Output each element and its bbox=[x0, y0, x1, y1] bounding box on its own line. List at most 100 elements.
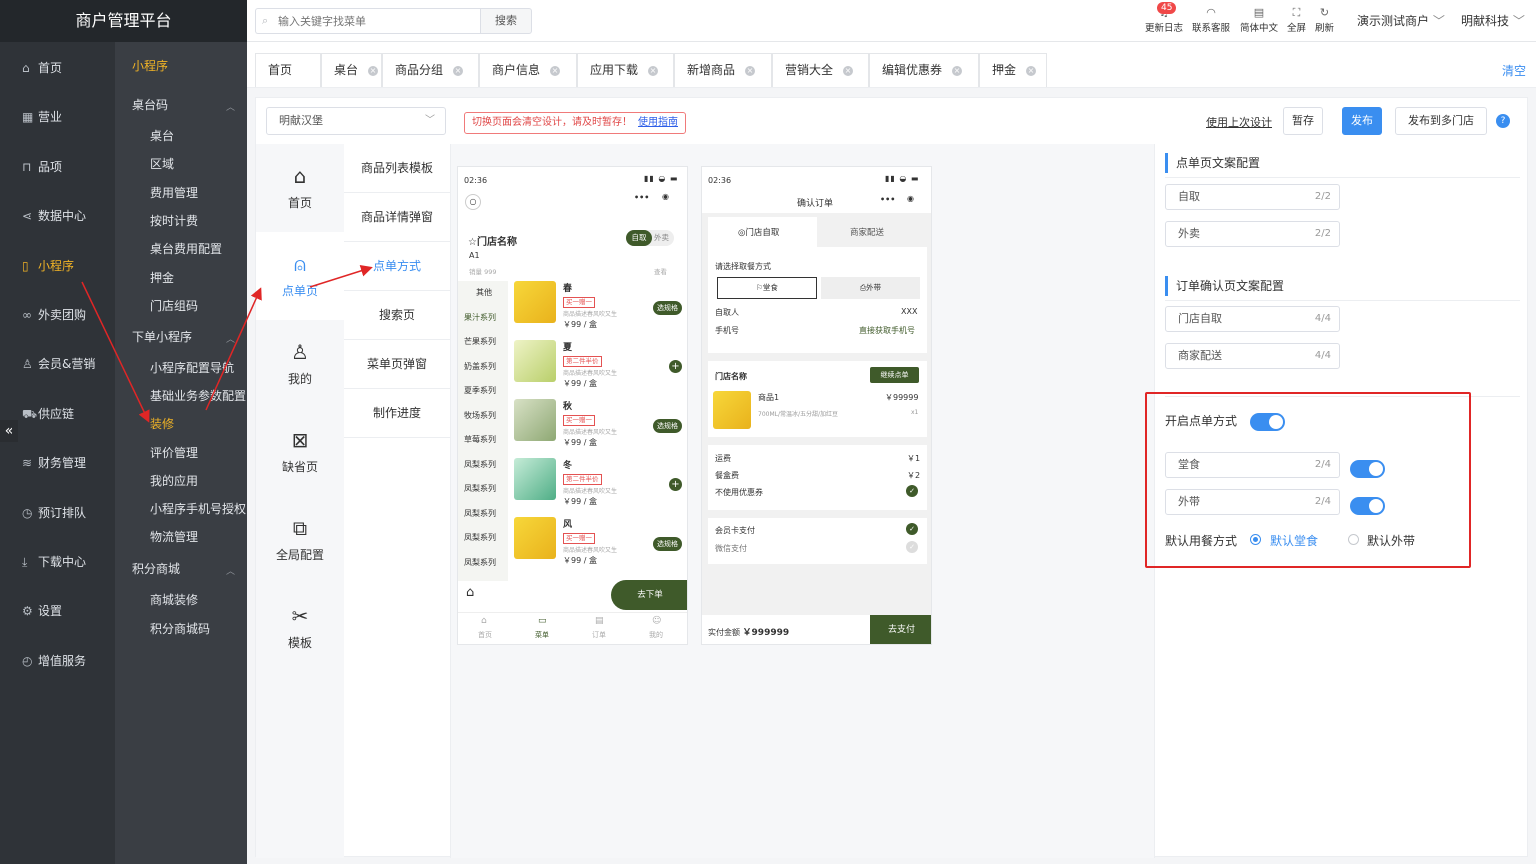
choose-spec-button[interactable]: 选规格 bbox=[653, 537, 682, 551]
subpage-item-0[interactable]: 商品列表模板 bbox=[344, 144, 450, 193]
subnav-group-points-mall[interactable]: 积分商城 bbox=[132, 559, 180, 579]
subnav-item[interactable]: 押金 bbox=[150, 268, 174, 288]
pickup-text-input[interactable]: 自取 2/2 bbox=[1165, 184, 1340, 210]
close-icon[interactable]: × bbox=[952, 65, 963, 76]
continue-order-button[interactable]: 继续点单 bbox=[870, 367, 919, 383]
close-icon[interactable]: × bbox=[368, 65, 379, 76]
delivery-option[interactable]: 外卖 bbox=[654, 230, 669, 246]
store-select[interactable]: 明献汉堡 ﹀ bbox=[266, 107, 446, 135]
record-icon[interactable]: ◉ bbox=[662, 192, 669, 201]
tab-8[interactable]: 押金 × bbox=[979, 53, 1047, 87]
view-more-link[interactable]: 查看 bbox=[654, 266, 667, 276]
tab-5[interactable]: 新增商品 × bbox=[674, 53, 772, 87]
publish-button[interactable]: 发布 bbox=[1342, 107, 1382, 135]
tabbar-label[interactable]: 菜单 bbox=[535, 630, 549, 640]
close-icon[interactable]: × bbox=[453, 65, 464, 76]
add-icon[interactable]: + bbox=[669, 478, 682, 491]
merchant-delivery-text-input[interactable]: 商家配送 4/4 bbox=[1165, 343, 1340, 369]
nav-item-2[interactable]: ⊓ 品项 bbox=[0, 152, 115, 182]
category-item[interactable]: 奶盖系列 bbox=[464, 361, 496, 372]
save-draft-button[interactable]: 暂存 bbox=[1283, 107, 1323, 135]
go-order-button[interactable]: 去下单 bbox=[611, 580, 687, 610]
category-item[interactable]: 草莓系列 bbox=[464, 434, 496, 445]
category-item[interactable]: 芒果系列 bbox=[464, 336, 496, 347]
subnav-group-table-code[interactable]: 桌台码 bbox=[132, 95, 168, 115]
category-item[interactable]: 凤梨系列 bbox=[464, 483, 496, 494]
tab-7[interactable]: 编辑优惠券 × bbox=[869, 53, 979, 87]
category-item[interactable]: 凤梨系列 bbox=[464, 557, 496, 568]
takeaway-option[interactable]: ⎙外带 bbox=[821, 277, 920, 299]
page-item-1[interactable]: ⍝ 点单页 bbox=[256, 232, 344, 320]
guide-link[interactable]: 使用指南 bbox=[638, 117, 678, 128]
menu-icon[interactable]: ▭ bbox=[538, 616, 547, 626]
category-item[interactable]: 夏季系列 bbox=[464, 385, 496, 396]
go-pay-button[interactable]: 去支付 bbox=[870, 615, 931, 644]
page-item-0[interactable]: ⌂ 首页 bbox=[256, 144, 344, 232]
nav-item-12[interactable]: ◴ 增值服务 bbox=[0, 646, 115, 676]
tabbar-label[interactable]: 我的 bbox=[649, 630, 663, 640]
tab-4[interactable]: 应用下载 × bbox=[577, 53, 674, 87]
nav-item-11[interactable]: ⚙ 设置 bbox=[0, 596, 115, 626]
check-icon[interactable]: ✓ bbox=[906, 541, 918, 553]
subnav-item[interactable]: 小程序手机号授权 bbox=[150, 499, 246, 519]
store-pickup-text-input[interactable]: 门店自取 4/4 bbox=[1165, 306, 1340, 332]
close-icon[interactable]: × bbox=[550, 65, 561, 76]
nav-item-0[interactable]: ⌂ 首页 bbox=[0, 53, 115, 83]
menu-page-preview[interactable]: 02:36 ▮▮ ◒ ▬ ○ ••• ◉ ☆门店名称 自取 外卖 A1 销量 9… bbox=[457, 166, 688, 645]
page-item-2[interactable]: ♙ 我的 bbox=[256, 320, 344, 408]
subnav-item[interactable]: 评价管理 bbox=[150, 443, 198, 463]
fullscreen-button[interactable]: ⛶ 全屏 bbox=[1287, 6, 1306, 34]
subnav-item[interactable]: 费用管理 bbox=[150, 183, 198, 203]
check-icon[interactable]: ✓ bbox=[906, 485, 918, 497]
close-icon[interactable]: × bbox=[745, 65, 756, 76]
nav-item-10[interactable]: ⤓ 下载中心 bbox=[0, 547, 115, 577]
profile-icon[interactable]: ☺ bbox=[652, 616, 661, 626]
subnav-item[interactable]: 小程序配置导航 bbox=[150, 358, 234, 378]
close-icon[interactable]: × bbox=[648, 65, 659, 76]
home-icon[interactable]: ⌂ bbox=[481, 616, 487, 626]
dine-in-option[interactable]: ⚐堂食 bbox=[717, 277, 817, 299]
subpage-item-1[interactable]: 商品详情弹窗 bbox=[344, 193, 450, 242]
category-item[interactable]: 凤梨系列 bbox=[464, 508, 496, 519]
clear-tabs-button[interactable]: 清空 bbox=[1502, 62, 1526, 79]
close-icon[interactable]: × bbox=[843, 65, 854, 76]
subnav-item[interactable]: 门店组码 bbox=[150, 296, 198, 316]
tab-delivery[interactable]: 商家配送 bbox=[850, 226, 884, 238]
page-item-3[interactable]: ⊠ 缺省页 bbox=[256, 408, 344, 496]
collapse-sidebar-icon[interactable]: « bbox=[0, 420, 18, 442]
refresh-button[interactable]: ↻ 刷新 bbox=[1315, 6, 1334, 34]
more-icon[interactable]: ••• bbox=[880, 195, 895, 204]
choose-spec-button[interactable]: 选规格 bbox=[653, 301, 682, 315]
category-item[interactable]: 牧场系列 bbox=[464, 410, 496, 421]
check-icon[interactable]: ✓ bbox=[906, 523, 918, 535]
delivery-text-input[interactable]: 外卖 2/2 bbox=[1165, 221, 1340, 247]
category-item[interactable]: 凤梨系列 bbox=[464, 532, 496, 543]
help-icon[interactable]: ? bbox=[1496, 114, 1510, 128]
order-confirm-preview[interactable]: 02:36 ▮▮ ◒ ▬ 确认订单 ••• ◉ ◎门店自取 商家配送 请选择取餐… bbox=[701, 166, 932, 645]
tabbar-label[interactable]: 订单 bbox=[592, 630, 606, 640]
subnav-item[interactable]: 装修 bbox=[150, 414, 174, 434]
support-button[interactable]: ◠ 联系客服 bbox=[1192, 6, 1230, 34]
changelog-button[interactable]: ♫45更新日志 bbox=[1145, 2, 1183, 34]
subnav-item[interactable]: 商城装修 bbox=[150, 590, 198, 610]
choose-spec-button[interactable]: 选规格 bbox=[653, 419, 682, 433]
subnav-group-mini-order[interactable]: 下单小程序 bbox=[132, 327, 192, 347]
close-icon[interactable]: × bbox=[1026, 65, 1037, 76]
nav-item-3[interactable]: ⋖ 数据中心 bbox=[0, 201, 115, 231]
search-button[interactable]: 搜索 bbox=[480, 8, 532, 34]
search-icon[interactable]: ○ bbox=[465, 194, 481, 210]
pickup-option[interactable]: 自取 bbox=[626, 230, 652, 246]
more-icon[interactable]: ••• bbox=[634, 193, 649, 202]
category-item[interactable]: 其他 bbox=[476, 287, 492, 298]
company-dropdown[interactable]: 明献科技 ﹀ bbox=[1461, 12, 1525, 29]
subnav-item[interactable]: 物流管理 bbox=[150, 527, 198, 547]
tab-6[interactable]: 营销大全 × bbox=[772, 53, 869, 87]
publish-multi-store-button[interactable]: 发布到多门店 bbox=[1395, 107, 1487, 135]
subpage-item-5[interactable]: 制作进度 bbox=[344, 389, 450, 438]
subnav-item[interactable]: 按时计费 bbox=[150, 211, 198, 231]
subnav-item[interactable]: 基础业务参数配置 bbox=[150, 386, 246, 406]
page-item-4[interactable]: ⧉ 全局配置 bbox=[256, 496, 344, 584]
tab-0[interactable]: 首页 bbox=[255, 53, 321, 87]
cart-icon[interactable]: ⌂ bbox=[466, 585, 474, 600]
category-item[interactable]: 果汁系列 bbox=[464, 312, 496, 323]
